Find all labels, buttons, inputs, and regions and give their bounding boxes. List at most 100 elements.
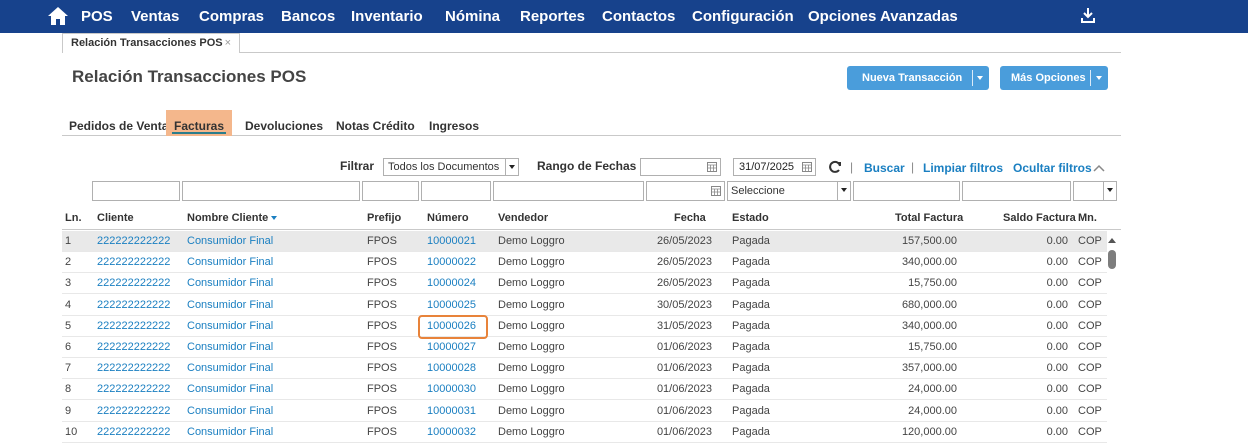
filter-saldo-factura-input[interactable] bbox=[962, 181, 1071, 201]
filter-moneda-select[interactable] bbox=[1073, 181, 1117, 201]
tab-ingresos[interactable]: Ingresos bbox=[429, 110, 479, 136]
cell-cliente[interactable]: 222222222222 bbox=[97, 426, 170, 438]
cell-numero[interactable]: 10000028 bbox=[427, 362, 476, 374]
table-row[interactable]: 6 222222222222 Consumidor Final FPOS 1000002… bbox=[62, 337, 1107, 358]
cell-numero[interactable]: 10000024 bbox=[427, 277, 476, 289]
cell-cliente[interactable]: 222222222222 bbox=[97, 341, 170, 353]
nav-item-nomina[interactable]: Nómina bbox=[445, 8, 500, 25]
cell-numero[interactable]: 10000022 bbox=[427, 256, 476, 268]
cell-numero[interactable]: 10000027 bbox=[427, 341, 476, 353]
hide-filters-link[interactable]: Ocultar filtros bbox=[1013, 161, 1092, 175]
table-row[interactable]: 9 222222222222 Consumidor Final FPOS 1000003… bbox=[62, 401, 1107, 422]
table-row[interactable]: 5 222222222222 Consumidor Final FPOS 1000002… bbox=[62, 316, 1107, 337]
date-to-input[interactable]: 31/07/2025 bbox=[733, 158, 816, 176]
table-row[interactable]: 10 222222222222 Consumidor Final FPOS 100000… bbox=[62, 422, 1107, 443]
filter-cliente-input[interactable] bbox=[92, 181, 180, 201]
nav-item-bancos[interactable]: Bancos bbox=[281, 8, 335, 25]
cell-numero[interactable]: 10000021 bbox=[427, 235, 476, 247]
table-row[interactable]: 2 222222222222 Consumidor Final FPOS 1000002… bbox=[62, 252, 1107, 274]
chevron-up-icon[interactable] bbox=[1093, 164, 1105, 172]
close-tab-icon[interactable]: × bbox=[225, 37, 231, 49]
cell-numero[interactable]: 10000025 bbox=[427, 299, 476, 311]
cell-numero[interactable]: 10000030 bbox=[427, 383, 476, 395]
cell-saldo-factura: 0.00 bbox=[1046, 235, 1068, 247]
calendar-icon[interactable] bbox=[707, 162, 717, 172]
column-header-prefijo[interactable]: Prefijo bbox=[367, 212, 401, 224]
filter-nombre-cliente-input[interactable] bbox=[182, 181, 360, 201]
cell-nombre-cliente[interactable]: Consumidor Final bbox=[187, 362, 273, 374]
column-header-numero[interactable]: Número bbox=[427, 212, 469, 224]
table-row[interactable]: 4 222222222222 Consumidor Final FPOS 1000002… bbox=[62, 295, 1107, 316]
nav-item-reportes[interactable]: Reportes bbox=[520, 8, 585, 25]
cell-vendedor: Demo Loggro bbox=[498, 425, 565, 438]
filter-estado-select[interactable]: Seleccione bbox=[727, 181, 851, 201]
filter-numero-input[interactable] bbox=[421, 181, 491, 201]
download-icon[interactable] bbox=[1080, 7, 1096, 24]
table-row[interactable]: 7 222222222222 Consumidor Final FPOS 1000002… bbox=[62, 358, 1107, 380]
table-row[interactable]: 3 222222222222 Consumidor Final FPOS 1000002… bbox=[62, 273, 1107, 295]
column-header-moneda[interactable]: Mn. bbox=[1078, 212, 1097, 224]
column-header-fecha[interactable]: Fecha bbox=[674, 212, 706, 224]
tab-devoluciones[interactable]: Devoluciones bbox=[245, 110, 323, 136]
column-header-ln[interactable]: Ln. bbox=[65, 212, 82, 224]
date-from-input[interactable] bbox=[640, 158, 721, 176]
cell-nombre-cliente[interactable]: Consumidor Final bbox=[187, 277, 273, 289]
search-link[interactable]: Buscar bbox=[864, 161, 905, 175]
cell-cliente[interactable]: 222222222222 bbox=[97, 383, 170, 395]
calendar-icon[interactable] bbox=[711, 186, 721, 196]
column-header-nombre-cliente[interactable]: Nombre Cliente bbox=[187, 212, 278, 224]
column-header-cliente[interactable]: Cliente bbox=[97, 212, 134, 224]
cell-nombre-cliente[interactable]: Consumidor Final bbox=[187, 235, 273, 247]
cell-moneda: COP bbox=[1078, 362, 1102, 375]
column-header-estado[interactable]: Estado bbox=[732, 212, 769, 224]
nav-item-pos[interactable]: POS bbox=[81, 8, 113, 25]
scrollbar-thumb[interactable] bbox=[1108, 250, 1116, 269]
cell-nombre-cliente[interactable]: Consumidor Final bbox=[187, 320, 273, 332]
filter-fecha-input[interactable] bbox=[646, 181, 725, 201]
column-header-saldo-factura[interactable]: Saldo Factura bbox=[1003, 212, 1076, 224]
tab-pedidos-de-venta[interactable]: Pedidos de Venta bbox=[69, 110, 168, 136]
cell-nombre-cliente[interactable]: Consumidor Final bbox=[187, 426, 273, 438]
nav-item-compras[interactable]: Compras bbox=[199, 8, 264, 25]
table-row[interactable]: 8 222222222222 Consumidor Final FPOS 1000003… bbox=[62, 379, 1107, 401]
nav-item-inventario[interactable]: Inventario bbox=[351, 8, 423, 25]
home-icon[interactable] bbox=[47, 6, 69, 26]
chevron-down-icon[interactable] bbox=[977, 76, 983, 80]
document-filter-select[interactable]: Todos los Documentos bbox=[383, 158, 519, 176]
new-transaction-button[interactable]: Nueva Transacción bbox=[847, 66, 989, 90]
cell-cliente[interactable]: 222222222222 bbox=[97, 277, 170, 289]
nav-item-configuracion[interactable]: Configuración bbox=[692, 8, 794, 25]
cell-numero[interactable]: 10000031 bbox=[427, 405, 476, 417]
cell-nombre-cliente[interactable]: Consumidor Final bbox=[187, 299, 273, 311]
cell-nombre-cliente[interactable]: Consumidor Final bbox=[187, 256, 273, 268]
nav-item-opciones-avanzadas[interactable]: Opciones Avanzadas bbox=[808, 8, 958, 25]
filter-prefijo-input[interactable] bbox=[362, 181, 419, 201]
filter-vendedor-input[interactable] bbox=[493, 181, 644, 201]
more-options-button[interactable]: Más Opciones bbox=[1000, 66, 1108, 90]
cell-nombre-cliente[interactable]: Consumidor Final bbox=[187, 405, 273, 417]
column-header-total-factura[interactable]: Total Factura bbox=[895, 212, 963, 224]
cell-cliente[interactable]: 222222222222 bbox=[97, 405, 170, 417]
calendar-icon[interactable] bbox=[802, 162, 812, 172]
scroll-up-arrow-icon[interactable] bbox=[1107, 236, 1117, 244]
refresh-icon[interactable] bbox=[828, 160, 842, 174]
tab-notas-credito[interactable]: Notas Crédito bbox=[336, 110, 415, 136]
document-tab[interactable]: Relación Transacciones POS × bbox=[62, 33, 241, 53]
clear-filters-link[interactable]: Limpiar filtros bbox=[923, 161, 1003, 175]
cell-cliente[interactable]: 222222222222 bbox=[97, 299, 170, 311]
cell-nombre-cliente[interactable]: Consumidor Final bbox=[187, 341, 273, 353]
cell-nombre-cliente[interactable]: Consumidor Final bbox=[187, 383, 273, 395]
cell-cliente[interactable]: 222222222222 bbox=[97, 320, 170, 332]
cell-cliente[interactable]: 222222222222 bbox=[97, 256, 170, 268]
cell-ln: 7 bbox=[65, 362, 72, 375]
cell-cliente[interactable]: 222222222222 bbox=[97, 235, 170, 247]
cell-cliente[interactable]: 222222222222 bbox=[97, 362, 170, 374]
nav-item-contactos[interactable]: Contactos bbox=[602, 8, 675, 25]
tab-facturas[interactable]: Facturas bbox=[166, 110, 233, 136]
chevron-down-icon[interactable] bbox=[1096, 76, 1102, 80]
nav-item-ventas[interactable]: Ventas bbox=[131, 8, 179, 25]
column-header-vendedor[interactable]: Vendedor bbox=[498, 212, 548, 224]
table-row[interactable]: 1 222222222222 Consumidor Final FPOS 1000002… bbox=[62, 231, 1107, 252]
filter-total-factura-input[interactable] bbox=[853, 181, 960, 201]
cell-numero[interactable]: 10000032 bbox=[427, 426, 476, 438]
